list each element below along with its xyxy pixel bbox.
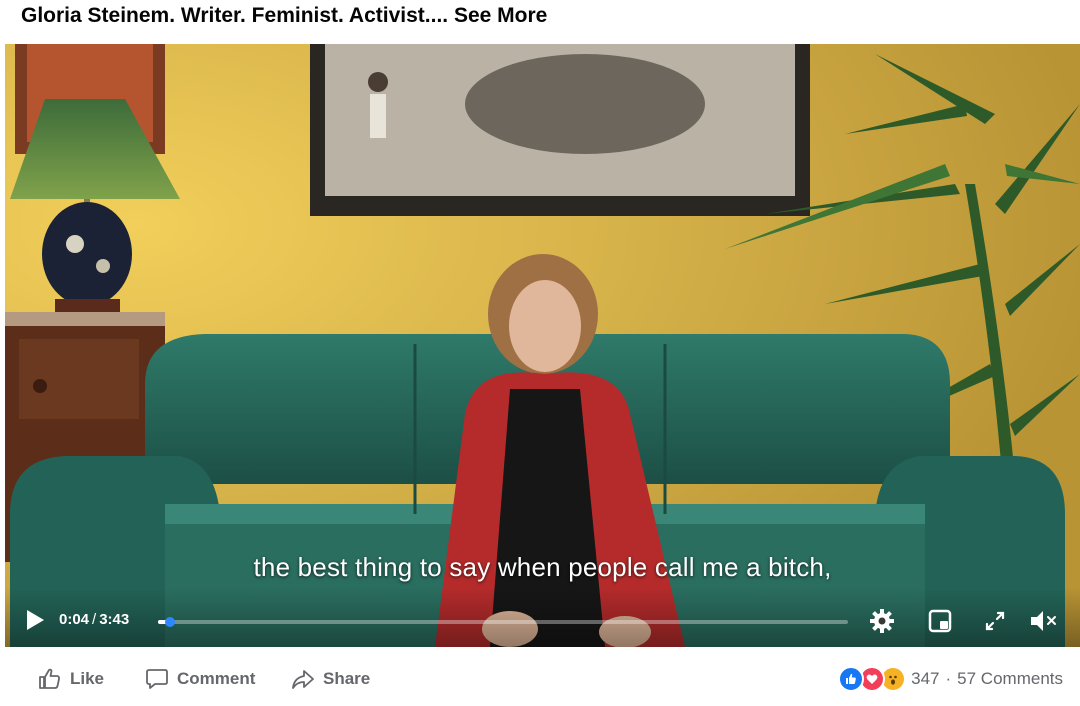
see-more-link[interactable]: See More — [454, 4, 547, 27]
share-arrow-icon — [292, 670, 314, 689]
video-controls: 0:04/3:43 — [5, 587, 1080, 647]
progress-handle[interactable] — [165, 617, 176, 627]
like-button[interactable]: Like — [38, 664, 104, 694]
share-label: Share — [323, 669, 371, 688]
progress-bar[interactable] — [158, 617, 848, 627]
duration: 3:43 — [99, 611, 130, 628]
mute-button[interactable] — [1027, 606, 1061, 636]
video-player[interactable]: the best thing to say when people call m… — [5, 44, 1080, 647]
stats-separator: · — [945, 669, 952, 688]
play-button[interactable] — [21, 606, 49, 634]
post-caption: Gloria Steinem. Writer. Feminist. Activi… — [21, 4, 547, 36]
post-stats: 347 · 57 Comments — [838, 664, 1063, 694]
video-post: Gloria Steinem. Writer. Feminist. Activi… — [0, 0, 1080, 706]
picture-in-picture-button[interactable] — [925, 606, 955, 636]
comment-bubble-icon — [146, 669, 168, 689]
comments-count-link[interactable]: 57 Comments — [957, 669, 1063, 689]
gear-icon — [870, 609, 894, 633]
settings-button[interactable] — [867, 606, 897, 636]
reactions-summary[interactable] — [838, 666, 907, 692]
like-reaction-icon — [838, 666, 865, 692]
comment-label: Comment — [177, 669, 256, 688]
video-subtitle: the best thing to say when people call m… — [253, 552, 832, 582]
caption-text: Gloria Steinem. Writer. Feminist. Activi… — [21, 4, 449, 27]
picture-in-picture-icon — [928, 609, 952, 633]
play-icon — [27, 610, 44, 630]
expand-icon — [985, 611, 1005, 631]
speaker-muted-icon — [1031, 611, 1056, 631]
current-time: 0:04 — [59, 611, 90, 628]
share-button[interactable]: Share — [291, 664, 370, 694]
thumbs-up-icon — [39, 668, 60, 689]
time-display: 0:04/3:43 — [59, 611, 130, 628]
fullscreen-button[interactable] — [980, 606, 1010, 636]
comment-button[interactable]: Comment — [145, 664, 255, 694]
post-actions: Like Comment Share 347 · 57 Comments — [0, 652, 1080, 706]
like-label: Like — [70, 669, 105, 688]
reaction-count[interactable]: 347 — [911, 669, 939, 689]
